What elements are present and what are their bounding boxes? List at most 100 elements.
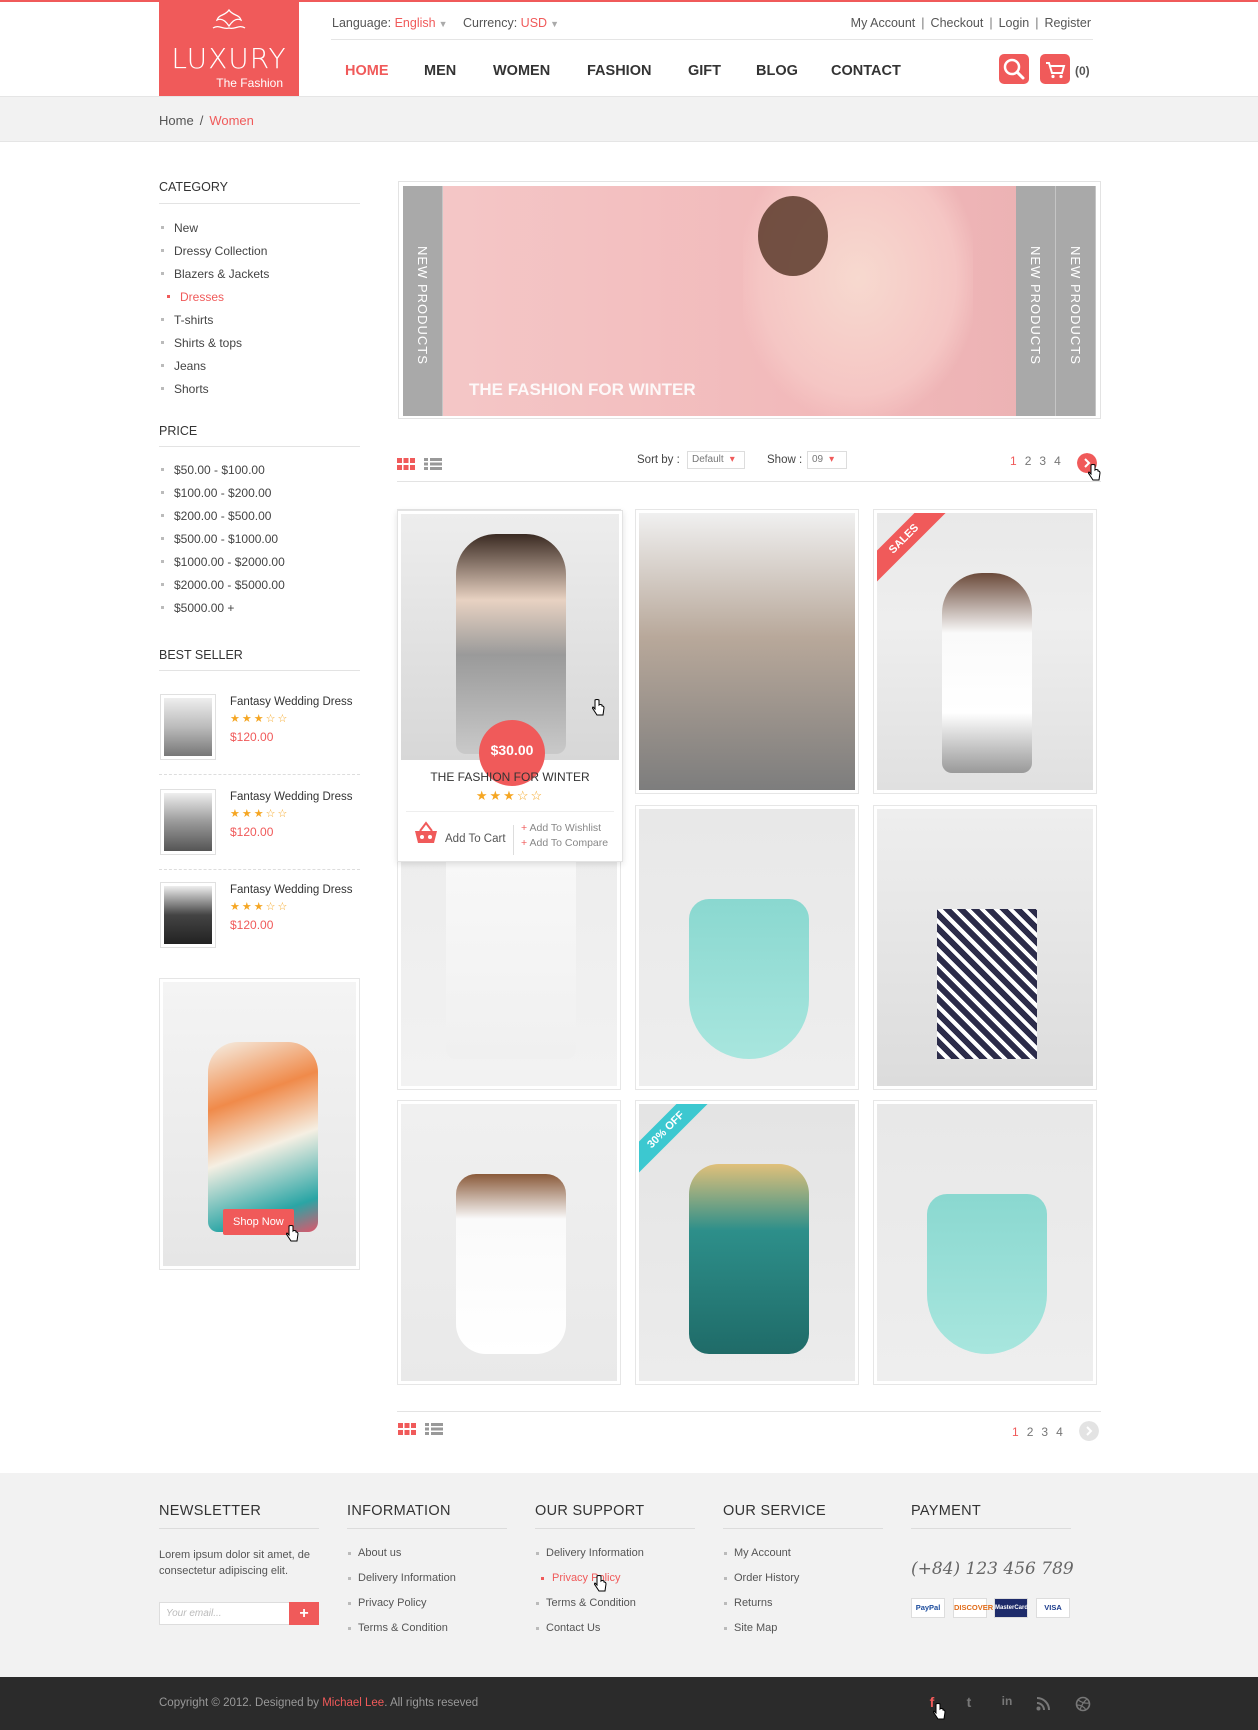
designer-link[interactable]: Michael Lee [322, 1697, 384, 1709]
category-item[interactable]: New [159, 221, 269, 244]
promo-banner[interactable]: Shop Now [159, 978, 360, 1270]
email-field[interactable]: Your email... [159, 1602, 290, 1625]
twitter-icon[interactable]: t [959, 1694, 979, 1712]
subscribe-button[interactable]: + [289, 1602, 319, 1625]
information-title: INFORMATION [347, 1503, 507, 1529]
logo-brand: LUXURY [171, 42, 287, 75]
product-image[interactable]: $30.00 [401, 514, 619, 786]
price-filter-item[interactable]: $2000.00 - $5000.00 [159, 578, 285, 601]
grid-view-icon[interactable] [398, 1423, 416, 1435]
list-view-icon[interactable] [424, 458, 442, 470]
category-item-active[interactable]: Dresses [159, 290, 269, 313]
nav-home[interactable]: HOME [345, 63, 389, 79]
page-link[interactable]: 3 [1039, 454, 1046, 468]
nav-men[interactable]: MEN [424, 63, 456, 79]
bestseller-item[interactable]: Fantasy Wedding Dress ★★★☆☆ $120.00 [159, 882, 360, 972]
page-link[interactable]: 1 [1012, 1425, 1019, 1439]
footer-link[interactable]: Privacy Policy [347, 1597, 507, 1622]
product-thumbnail[interactable] [160, 694, 216, 760]
search-button[interactable] [999, 54, 1029, 84]
my-account-link[interactable]: My Account [851, 16, 916, 30]
page-link[interactable]: 3 [1041, 1425, 1048, 1439]
footer-link[interactable]: Delivery Information [535, 1547, 695, 1572]
cart-button[interactable] [1040, 54, 1070, 84]
show-select[interactable]: 09 [807, 451, 847, 469]
category-item[interactable]: Blazers & Jackets [159, 267, 269, 290]
product-name[interactable]: Fantasy Wedding Dress [230, 696, 353, 708]
category-item[interactable]: Jeans [159, 359, 269, 382]
product-name[interactable]: THE FASHION FOR WINTER [398, 770, 622, 784]
product-thumbnail[interactable] [160, 882, 216, 948]
linkedin-icon[interactable]: in [997, 1694, 1017, 1712]
product-card[interactable] [635, 509, 859, 794]
login-link[interactable]: Login [999, 16, 1030, 30]
breadcrumb-home[interactable]: Home [159, 113, 194, 128]
nav-gift[interactable]: GIFT [688, 63, 721, 79]
footer-link[interactable]: Delivery Information [347, 1572, 507, 1597]
category-item[interactable]: Shirts & tops [159, 336, 269, 359]
footer-link[interactable]: Site Map [723, 1622, 883, 1647]
bestseller-item[interactable]: Fantasy Wedding Dress ★★★☆☆ $120.00 [159, 789, 360, 879]
hero-banner[interactable]: NEW PRODUCTS NEW PRODUCTS NEW PRODUCTS T… [398, 181, 1101, 419]
category-item[interactable]: T-shirts [159, 313, 269, 336]
price-filter-item[interactable]: $100.00 - $200.00 [159, 486, 285, 509]
nav-contact[interactable]: CONTACT [831, 63, 901, 79]
nav-blog[interactable]: BLOG [756, 63, 798, 79]
product-thumbnail[interactable] [160, 789, 216, 855]
footer-link[interactable]: Order History [723, 1572, 883, 1597]
nav-fashion[interactable]: FASHION [587, 63, 651, 79]
footer-link[interactable]: About us [347, 1547, 507, 1572]
price-filter-item[interactable]: $200.00 - $500.00 [159, 509, 285, 532]
grid-view-icon[interactable] [397, 458, 415, 470]
product-card-hovered[interactable]: $30.00 THE FASHION FOR WINTER ★★★☆☆ Add … [397, 510, 623, 862]
sort-select[interactable]: Default [687, 451, 745, 469]
add-to-cart-button[interactable]: Add To Cart [445, 833, 506, 845]
footer-link[interactable]: Returns [723, 1597, 883, 1622]
logo[interactable]: LUXURY The Fashion [159, 2, 299, 96]
add-to-wishlist-link[interactable]: + Add To Wishlist [521, 822, 601, 834]
vertical-tab[interactable]: NEW PRODUCTS [403, 186, 443, 416]
page-link[interactable]: 2 [1027, 1425, 1034, 1439]
footer-link[interactable]: Terms & Condition [347, 1622, 507, 1647]
divider [513, 825, 514, 855]
product-card[interactable] [873, 1100, 1097, 1385]
footer-link-active[interactable]: Privacy Policy [535, 1572, 695, 1597]
product-card[interactable] [397, 1100, 621, 1385]
product-name[interactable]: Fantasy Wedding Dress [230, 791, 353, 803]
vertical-tab[interactable]: NEW PRODUCTS [1056, 186, 1096, 416]
language-selector[interactable]: Language: English ▼ [332, 16, 448, 30]
product-price: $120.00 [230, 918, 274, 932]
list-view-icon[interactable] [425, 1423, 443, 1435]
product-name[interactable]: Fantasy Wedding Dress [230, 884, 353, 896]
currency-selector[interactable]: Currency: USD ▼ [463, 16, 559, 30]
product-card[interactable]: 30% OFF [635, 1100, 859, 1385]
page-link[interactable]: 2 [1025, 454, 1032, 468]
page-link[interactable]: 4 [1056, 1425, 1063, 1439]
checkout-link[interactable]: Checkout [931, 16, 984, 30]
footer-link[interactable]: Contact Us [535, 1622, 695, 1647]
add-to-compare-link[interactable]: + Add To Compare [521, 837, 608, 849]
vertical-tab[interactable]: NEW PRODUCTS [1016, 186, 1056, 416]
product-card[interactable] [873, 805, 1097, 1090]
price-filter-item[interactable]: $5000.00 + [159, 601, 285, 624]
cart-count: (0) [1075, 64, 1090, 78]
bestseller-item[interactable]: Fantasy Wedding Dress ★★★☆☆ $120.00 [159, 694, 360, 784]
price-filter-item[interactable]: $50.00 - $100.00 [159, 463, 285, 486]
footer-link[interactable]: My Account [723, 1547, 883, 1572]
product-card[interactable]: SALES [873, 509, 1097, 794]
footer-link[interactable]: Terms & Condition [535, 1597, 695, 1622]
nav-women[interactable]: WOMEN [493, 63, 550, 79]
page-link[interactable]: 4 [1054, 454, 1061, 468]
category-item[interactable]: Shorts [159, 382, 269, 405]
price-filter-item[interactable]: $500.00 - $1000.00 [159, 532, 285, 555]
shop-now-button[interactable]: Shop Now [223, 1209, 294, 1235]
price-filter-item[interactable]: $1000.00 - $2000.00 [159, 555, 285, 578]
category-item[interactable]: Dressy Collection [159, 244, 269, 267]
rss-icon[interactable] [1036, 1697, 1050, 1711]
product-card[interactable] [635, 805, 859, 1090]
next-page-icon[interactable] [1079, 1421, 1099, 1441]
register-link[interactable]: Register [1044, 16, 1091, 30]
basket-icon[interactable] [413, 821, 439, 845]
dribbble-icon[interactable] [1075, 1696, 1091, 1712]
page-link[interactable]: 1 [1010, 454, 1017, 468]
